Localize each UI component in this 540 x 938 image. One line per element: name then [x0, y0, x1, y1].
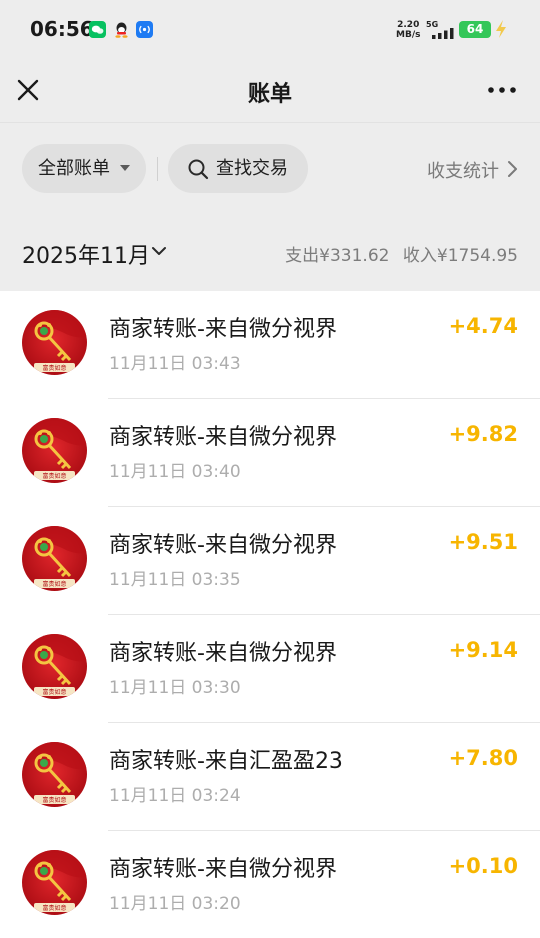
transaction-list: 富贵如意 商家转账-来自微分视界 11月11日 03:43 +4.74 富贵如意…	[0, 291, 540, 938]
transaction-title: 商家转账-来自微分视界	[109, 317, 337, 342]
month-selector[interactable]: 2025年11月	[22, 238, 150, 270]
transaction-amount: +7.80	[448, 746, 518, 770]
transaction-title: 商家转账-来自微分视界	[109, 425, 337, 450]
transaction-time: 11月11日 03:35	[109, 570, 241, 590]
chevron-down-icon[interactable]	[150, 244, 168, 258]
merchant-avatar: 富贵如意	[22, 850, 87, 915]
svg-text:富贵如意: 富贵如意	[42, 472, 66, 480]
transaction-amount: +9.82	[448, 422, 518, 446]
transaction-time: 11月11日 03:30	[109, 678, 241, 698]
transaction-title: 商家转账-来自微分视界	[109, 857, 337, 882]
expense-total: 支出¥331.62	[285, 246, 390, 266]
filter-bar: 全部账单 查找交易 收支统计	[0, 122, 540, 214]
more-icon[interactable]	[486, 78, 518, 102]
search-label: 查找交易	[216, 158, 288, 179]
transaction-amount: +0.10	[448, 854, 518, 878]
transaction-time: 11月11日 03:43	[109, 354, 241, 374]
transaction-time: 11月11日 03:40	[109, 462, 241, 482]
merchant-avatar: 富贵如意	[22, 526, 87, 591]
merchant-avatar: 富贵如意	[22, 310, 87, 375]
transaction-row[interactable]: 富贵如意 商家转账-来自微分视界 11月11日 03:30 +9.14	[0, 615, 540, 723]
transaction-amount: +9.14	[448, 638, 518, 662]
wechat-icon	[89, 21, 106, 38]
divider	[157, 157, 158, 181]
month-summary: 2025年11月 支出¥331.62 收入¥1754.95	[0, 214, 540, 291]
transaction-amount: +4.74	[448, 314, 518, 338]
svg-text:富贵如意: 富贵如意	[42, 688, 66, 696]
svg-text:富贵如意: 富贵如意	[42, 580, 66, 588]
transaction-row[interactable]: 富贵如意 商家转账-来自微分视界 11月11日 03:35 +9.51	[0, 507, 540, 615]
transaction-row[interactable]: 富贵如意 商家转账-来自微分视界 11月11日 03:43 +4.74	[0, 291, 540, 399]
status-bar: 06:56 2.20 MB/s 5G 64	[0, 0, 540, 60]
income-expense-stats-link[interactable]: 收支统计	[427, 157, 499, 183]
search-transactions-button[interactable]: 查找交易	[168, 144, 308, 193]
net-speed: 2.20 MB/s	[396, 20, 421, 40]
battery-indicator: 64	[459, 21, 491, 38]
transaction-time: 11月11日 03:24	[109, 786, 241, 806]
caret-down-icon	[120, 165, 130, 171]
transaction-row[interactable]: 富贵如意 商家转账-来自微分视界 11月11日 03:40 +9.82	[0, 399, 540, 507]
transaction-title: 商家转账-来自汇盈盈23	[109, 749, 343, 774]
nav-bar: 账单	[0, 60, 540, 122]
all-bills-dropdown[interactable]: 全部账单	[22, 144, 146, 193]
chevron-right-icon[interactable]	[505, 160, 519, 178]
svg-text:富贵如意: 富贵如意	[42, 796, 66, 804]
transaction-row[interactable]: 富贵如意 商家转账-来自汇盈盈23 11月11日 03:24 +7.80	[0, 723, 540, 831]
merchant-avatar: 富贵如意	[22, 634, 87, 699]
transaction-time: 11月11日 03:20	[109, 894, 241, 914]
nfc-icon	[136, 21, 153, 38]
merchant-avatar: 富贵如意	[22, 742, 87, 807]
svg-text:富贵如意: 富贵如意	[42, 364, 66, 372]
signal-icon: 5G	[426, 20, 456, 40]
page-title: 账单	[247, 82, 292, 107]
status-time: 06:56	[30, 17, 94, 41]
transaction-title: 商家转账-来自微分视界	[109, 641, 337, 666]
month-totals: 支出¥331.62 收入¥1754.95	[285, 241, 518, 266]
merchant-avatar: 富贵如意	[22, 418, 87, 483]
transaction-title: 商家转账-来自微分视界	[109, 533, 337, 558]
qq-icon	[113, 21, 130, 38]
svg-text:富贵如意: 富贵如意	[42, 904, 66, 912]
all-bills-label: 全部账单	[38, 158, 110, 179]
transaction-row[interactable]: 富贵如意 商家转账-来自微分视界 11月11日 03:20 +0.10	[0, 831, 540, 938]
charging-icon	[496, 20, 506, 38]
transaction-amount: +9.51	[448, 530, 518, 554]
search-icon	[188, 159, 209, 180]
income-total: 收入¥1754.95	[402, 246, 518, 266]
